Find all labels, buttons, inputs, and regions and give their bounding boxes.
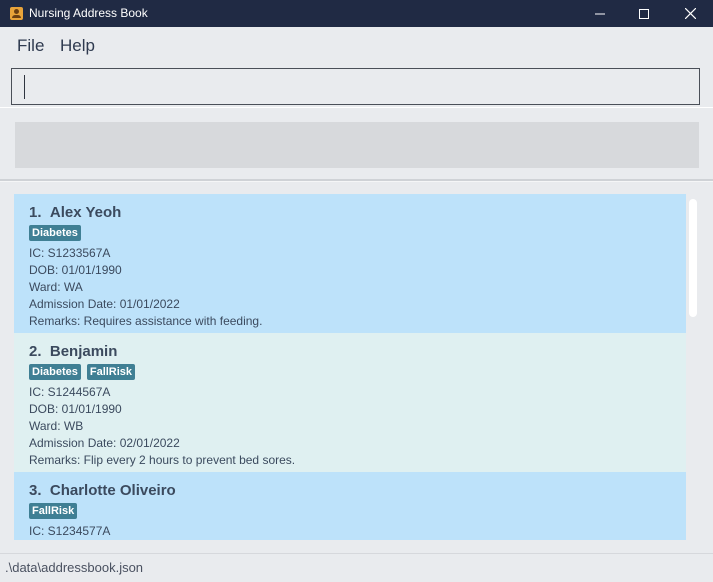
- maximize-icon: [639, 8, 649, 19]
- result-display: [15, 122, 699, 168]
- patient-card[interactable]: 1. Alex Yeoh Diabetes IC: S1233567A DOB:…: [14, 194, 686, 333]
- patient-ward: Ward: WB: [29, 419, 84, 433]
- patient-remarks: Remarks: Requires assistance with feedin…: [29, 314, 263, 328]
- scrollbar[interactable]: [686, 194, 700, 540]
- tag-badge: FallRisk: [86, 364, 136, 380]
- patient-card[interactable]: 2. Benjamin Diabetes FallRisk IC: S12445…: [14, 333, 686, 472]
- minimize-button[interactable]: [577, 0, 623, 27]
- status-bar: .\data\addressbook.json: [0, 553, 713, 582]
- patient-card[interactable]: 3. Charlotte Oliveiro FallRisk IC: S1234…: [14, 472, 686, 540]
- patient-ic: IC: S1233567A: [29, 246, 111, 260]
- patient-name: 2. Benjamin: [29, 343, 118, 360]
- patient-admission-date: Admission Date: 01/01/2022: [29, 297, 180, 311]
- patient-ward: Ward: WA: [29, 280, 83, 294]
- tag-badge: Diabetes: [29, 364, 81, 380]
- patient-remarks: Remarks: Flip every 2 hours to prevent b…: [29, 453, 296, 467]
- tag-list: Diabetes: [29, 225, 671, 244]
- patient-ic: IC: S1244567A: [29, 385, 111, 399]
- maximize-button[interactable]: [621, 0, 667, 27]
- patient-dob: DOB: 01/01/1990: [29, 263, 122, 277]
- patient-name: 1. Alex Yeoh: [29, 204, 122, 221]
- window-title: Nursing Address Book: [29, 6, 148, 20]
- command-input[interactable]: [11, 68, 700, 105]
- divider: [0, 181, 713, 182]
- address-book-icon: [10, 7, 23, 20]
- patient-admission-date: Admission Date: 02/01/2022: [29, 436, 180, 450]
- tag-list: Diabetes FallRisk: [29, 364, 671, 383]
- menu-bar: File Help: [0, 27, 713, 65]
- minimize-icon: [595, 13, 605, 14]
- menu-file[interactable]: File: [17, 36, 44, 56]
- tag-list: FallRisk: [29, 503, 671, 522]
- close-icon: [684, 8, 696, 19]
- patient-name: 3. Charlotte Oliveiro: [29, 482, 176, 499]
- title-bar: Nursing Address Book: [0, 0, 713, 27]
- patient-ic: IC: S1234577A: [29, 524, 111, 538]
- text-caret: [24, 75, 25, 99]
- menu-help[interactable]: Help: [60, 36, 95, 56]
- tag-badge: FallRisk: [29, 503, 78, 519]
- patient-list[interactable]: 1. Alex Yeoh Diabetes IC: S1233567A DOB:…: [14, 194, 686, 540]
- close-button[interactable]: [667, 0, 713, 27]
- divider: [0, 107, 713, 108]
- data-file-path: .\data\addressbook.json: [5, 560, 144, 575]
- scrollbar-thumb[interactable]: [689, 199, 697, 317]
- tag-badge: Diabetes: [29, 225, 81, 241]
- patient-dob: DOB: 01/01/1990: [29, 402, 122, 416]
